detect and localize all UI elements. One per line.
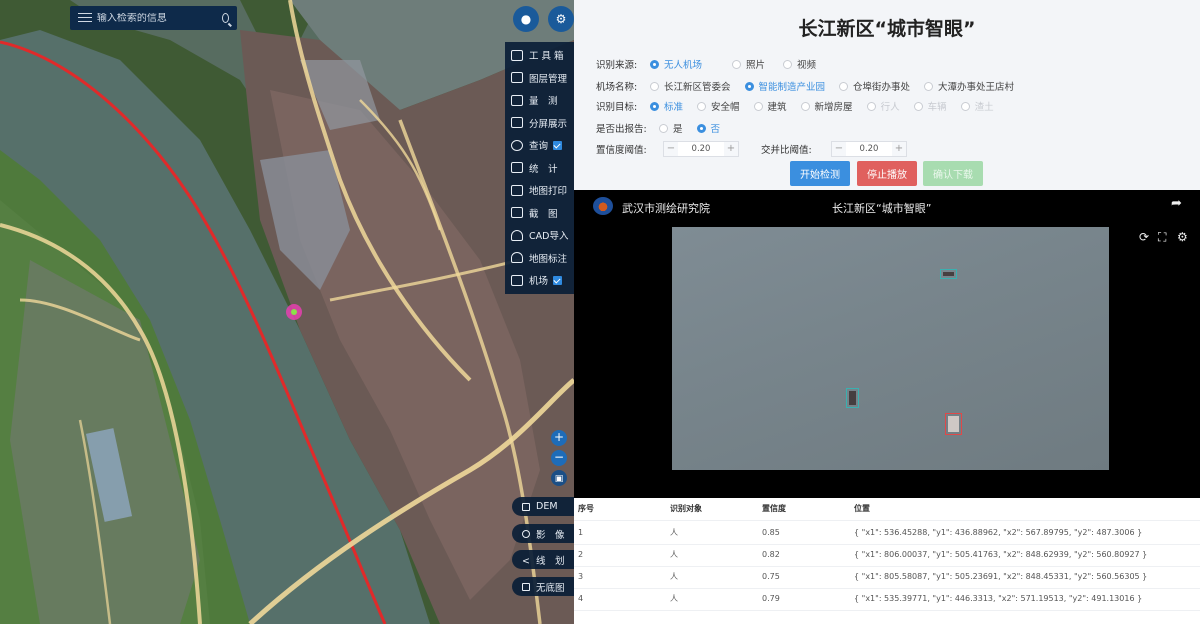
detection-box [945,413,962,435]
share-icon[interactable]: ➦ [1171,196,1182,211]
site-option-3[interactable]: 大潭办事处王店村 [924,79,1014,93]
source-option-video[interactable]: 视频 [783,57,816,71]
tool-layers[interactable]: 图层管理 [505,67,574,90]
dem-icon [522,502,530,511]
iou-decrement[interactable]: − [832,142,846,156]
map-marker-icon [511,252,523,264]
target-row: 识别目标: 标准 安全帽 建筑 新增房屋 行人 车辆 渣土 [596,99,1008,113]
search-icon[interactable] [221,13,229,23]
confidence-increment[interactable]: + [724,142,738,156]
cad-import-icon [511,229,523,241]
confidence-stepper[interactable]: − 0.20 + [663,141,739,157]
table-row[interactable]: 1 人 0.85 { "x1": 536.45288, "y1": 436.88… [574,522,1200,545]
airport-checkbox[interactable] [553,275,563,285]
detection-box [846,388,859,408]
results-table: 序号 识别对象 置信度 位置 1 人 0.85 { "x1": 536.4528… [574,498,1200,624]
zoom-in-button[interactable]: + [551,430,567,446]
vector-button[interactable]: < 线 划 [512,550,574,569]
control-panel: 长江新区“城市智眼” 识别来源: 无人机场 照片 视频 机场名称: 长江新区管委… [574,0,1200,190]
detection-box [940,269,957,279]
trash-icon: ▣ [554,474,564,484]
iou-stepper[interactable]: − 0.20 + [831,141,907,157]
target-option-3[interactable]: 新增房屋 [800,99,853,113]
minus-icon: − [553,450,565,464]
camera-icon [511,274,523,286]
map-search-box[interactable] [70,6,237,30]
site-option-0[interactable]: 长江新区管委会 [650,79,731,93]
camera-icon [522,529,530,538]
download-button: 确认下载 [923,161,983,186]
org-name: 武汉市测绘研究院 [622,202,710,215]
target-option-1[interactable]: 安全帽 [697,99,740,113]
site-option-2[interactable]: 仓埠街办事处 [839,79,910,93]
tool-query[interactable]: 查询 [505,134,574,157]
map-imagery [0,0,574,624]
page-title: 长江新区“城市智眼” [798,18,976,40]
plus-icon: + [553,430,565,444]
print-icon [511,184,523,196]
user-button[interactable]: ● [513,6,539,32]
tool-map-marker[interactable]: 地图标注 [505,247,574,270]
source-row: 识别来源: 无人机场 照片 视频 [596,57,830,71]
viewer-title: 长江新区“城市智眼” [832,202,932,215]
target-option-6: 渣土 [960,99,994,113]
fullscreen-icon[interactable]: ⛶ [1158,230,1166,245]
query-checkbox[interactable] [553,140,563,150]
no-basemap-button[interactable]: 无底图 [512,577,574,596]
settings-button[interactable]: ⚙ [548,6,574,32]
tool-split-screen[interactable]: 分屏展示 [505,112,574,135]
table-row[interactable]: 3 人 0.75 { "x1": 805.58087, "y1": 505.23… [574,566,1200,589]
table-row[interactable]: 4 人 0.79 { "x1": 535.39771, "y1": 446.33… [574,588,1200,611]
org-logo [593,197,613,215]
stop-play-button[interactable]: 停止播放 [857,161,917,186]
query-icon [511,139,523,151]
gear-icon[interactable]: ⚙ [1177,230,1188,244]
video-frame[interactable] [672,227,1109,470]
measure-icon [511,94,523,106]
target-option-2[interactable]: 建筑 [753,99,787,113]
start-detect-button[interactable]: 开始检测 [790,161,850,186]
tool-measure[interactable]: 量 测 [505,89,574,112]
site-option-1[interactable]: 智能制造产业园 [744,79,825,93]
tool-airport[interactable]: 机场 [505,269,574,292]
source-option-photo[interactable]: 照片 [732,57,765,71]
map-search-input[interactable] [96,12,222,24]
toolbox-icon [511,49,523,61]
iou-increment[interactable]: + [892,142,906,156]
source-option-drone-airport[interactable]: 无人机场 [650,57,702,71]
statistics-icon [511,162,523,174]
filter-icon[interactable] [78,12,92,24]
expand-icon [522,582,530,591]
zoom-out-button[interactable]: − [551,450,567,466]
table-row[interactable]: 2 人 0.82 { "x1": 806.00037, "y1": 505.41… [574,544,1200,567]
map-toolbar: 工 具 箱 图层管理 量 测 分屏展示 查询 统 计 地图打印 截 图 CAD导… [505,42,574,294]
report-option-no[interactable]: 否 [696,121,720,135]
table-header: 序号 识别对象 置信度 位置 [574,498,1200,521]
screenshot-icon [511,207,523,219]
tool-cad-import[interactable]: CAD导入 [505,224,574,247]
threshold-row: 置信度阈值: − 0.20 + 交并比阈值: − 0.20 + [596,141,907,157]
delete-button[interactable]: ▣ [551,470,567,486]
share-icon: < [522,555,530,567]
tool-print[interactable]: 地图打印 [505,179,574,202]
imagery-button[interactable]: 影 像 [512,524,574,543]
tool-screenshot[interactable]: 截 图 [505,202,574,225]
satellite-map[interactable]: ● ⚙ 工 具 箱 图层管理 量 测 分屏展示 查询 统 计 地图打印 截 图 … [0,0,574,624]
tool-toolbox[interactable]: 工 具 箱 [505,44,574,67]
dem-button[interactable]: DEM [512,497,574,516]
gear-icon: ⚙ [555,12,567,26]
target-option-4: 行人 [866,99,900,113]
report-option-yes[interactable]: 是 [659,121,683,135]
refresh-icon[interactable]: ⟳ [1139,230,1149,244]
report-row: 是否出报告: 是 否 [596,121,734,135]
target-option-5: 车辆 [913,99,947,113]
site-row: 机场名称: 长江新区管委会 智能制造产业园 仓埠街办事处 大潭办事处王店村 [596,79,1028,93]
confidence-decrement[interactable]: − [664,142,678,156]
split-screen-icon [511,117,523,129]
user-icon: ● [520,12,532,26]
video-viewer: 武汉市测绘研究院 长江新区“城市智眼” ➦ ⟳ ⛶ ⚙ [574,190,1200,498]
tool-statistics[interactable]: 统 计 [505,157,574,180]
layers-icon [511,72,523,84]
target-option-0[interactable]: 标准 [650,99,683,113]
